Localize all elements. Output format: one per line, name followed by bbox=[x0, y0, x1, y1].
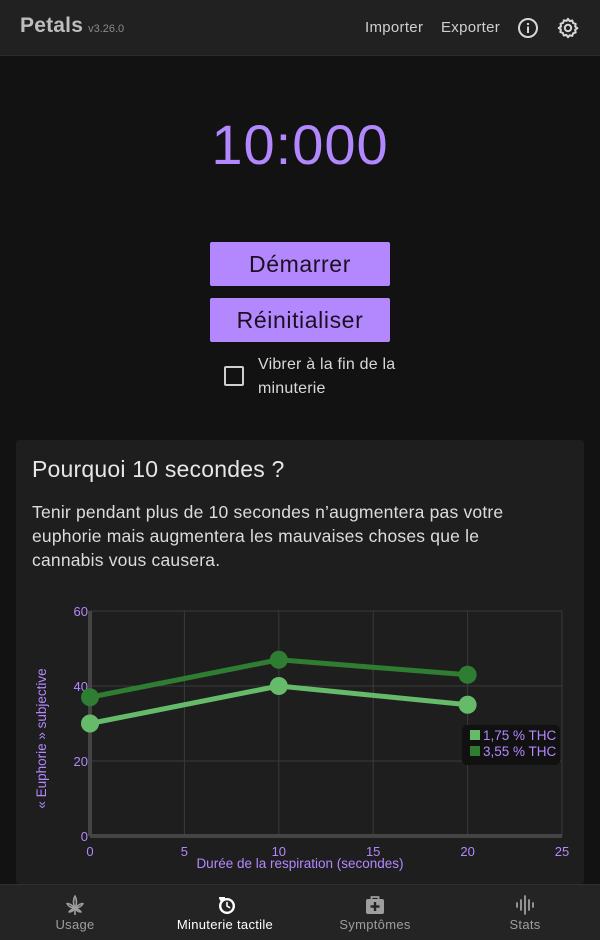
x-tick-label: 0 bbox=[86, 844, 93, 859]
nav-item-label: Minuterie tactile bbox=[176, 917, 274, 932]
medical-kit-icon bbox=[365, 894, 385, 916]
x-tick-label: 20 bbox=[460, 844, 474, 859]
euphoria-chart: 0 5 10 15 20 250204060Durée de la respiration… bbox=[34, 604, 569, 871]
y-axis-label: « Euphorie » subjective bbox=[34, 668, 49, 808]
data-point bbox=[458, 665, 477, 684]
start-button[interactable]: Démarrer bbox=[210, 242, 390, 286]
app-bar: Petals v3.26.0 Importer Exporter bbox=[0, 0, 600, 56]
nav-item-label: Usage bbox=[55, 917, 95, 932]
vibrate-label: Vibrer à la fin de la minuterie bbox=[258, 356, 396, 397]
app-name: Petals bbox=[20, 14, 84, 37]
x-tick-label: 5 bbox=[181, 844, 188, 859]
app-brand: Petals v3.26.0 bbox=[20, 14, 124, 38]
nav-item-usage[interactable]: Usage bbox=[0, 885, 150, 940]
nav-item-label: Stats bbox=[509, 917, 541, 932]
vibrate-checkbox[interactable] bbox=[224, 366, 244, 386]
data-point bbox=[269, 650, 288, 669]
bottom-nav: Usage Minuterie tactile Symptômes Stats bbox=[0, 884, 600, 940]
x-axis-label: Durée de la respiration (secondes) bbox=[196, 856, 403, 871]
timer-display: 10:000 bbox=[211, 113, 389, 176]
legend-label: 1,75 % THC bbox=[483, 728, 557, 743]
nav-item-label: Symptômes bbox=[339, 917, 411, 932]
nav-item-stats[interactable]: Stats bbox=[450, 885, 600, 940]
timer-clock-icon bbox=[215, 894, 235, 916]
export-button[interactable]: Exporter bbox=[441, 19, 500, 36]
info-card: Pourquoi 10 secondes ? Tenir pendant plu… bbox=[16, 440, 584, 884]
legend-label: 3,55 % THC bbox=[483, 744, 557, 759]
data-point bbox=[81, 688, 99, 707]
stats-waveform-icon bbox=[515, 894, 535, 916]
nav-item-symptoms[interactable]: Symptômes bbox=[300, 885, 450, 940]
y-tick-label: 60 bbox=[74, 604, 88, 619]
cannabis-leaf-icon bbox=[65, 894, 85, 916]
data-point bbox=[458, 695, 477, 714]
info-icon[interactable] bbox=[516, 16, 540, 40]
x-tick-label: 25 bbox=[555, 844, 569, 859]
reset-button[interactable]: Réinitialiser bbox=[210, 298, 390, 342]
data-point bbox=[269, 677, 288, 695]
app-version: v3.26.0 bbox=[88, 23, 125, 35]
y-tick-label: 20 bbox=[74, 754, 88, 769]
nav-item-tap-timer[interactable]: Minuterie tactile bbox=[150, 885, 300, 940]
import-button[interactable]: Importer bbox=[365, 19, 423, 36]
data-point bbox=[81, 714, 99, 733]
legend-swatch bbox=[470, 746, 480, 756]
y-tick-label: 0 bbox=[81, 829, 88, 844]
gear-icon[interactable] bbox=[556, 16, 580, 40]
legend-swatch bbox=[470, 730, 480, 740]
